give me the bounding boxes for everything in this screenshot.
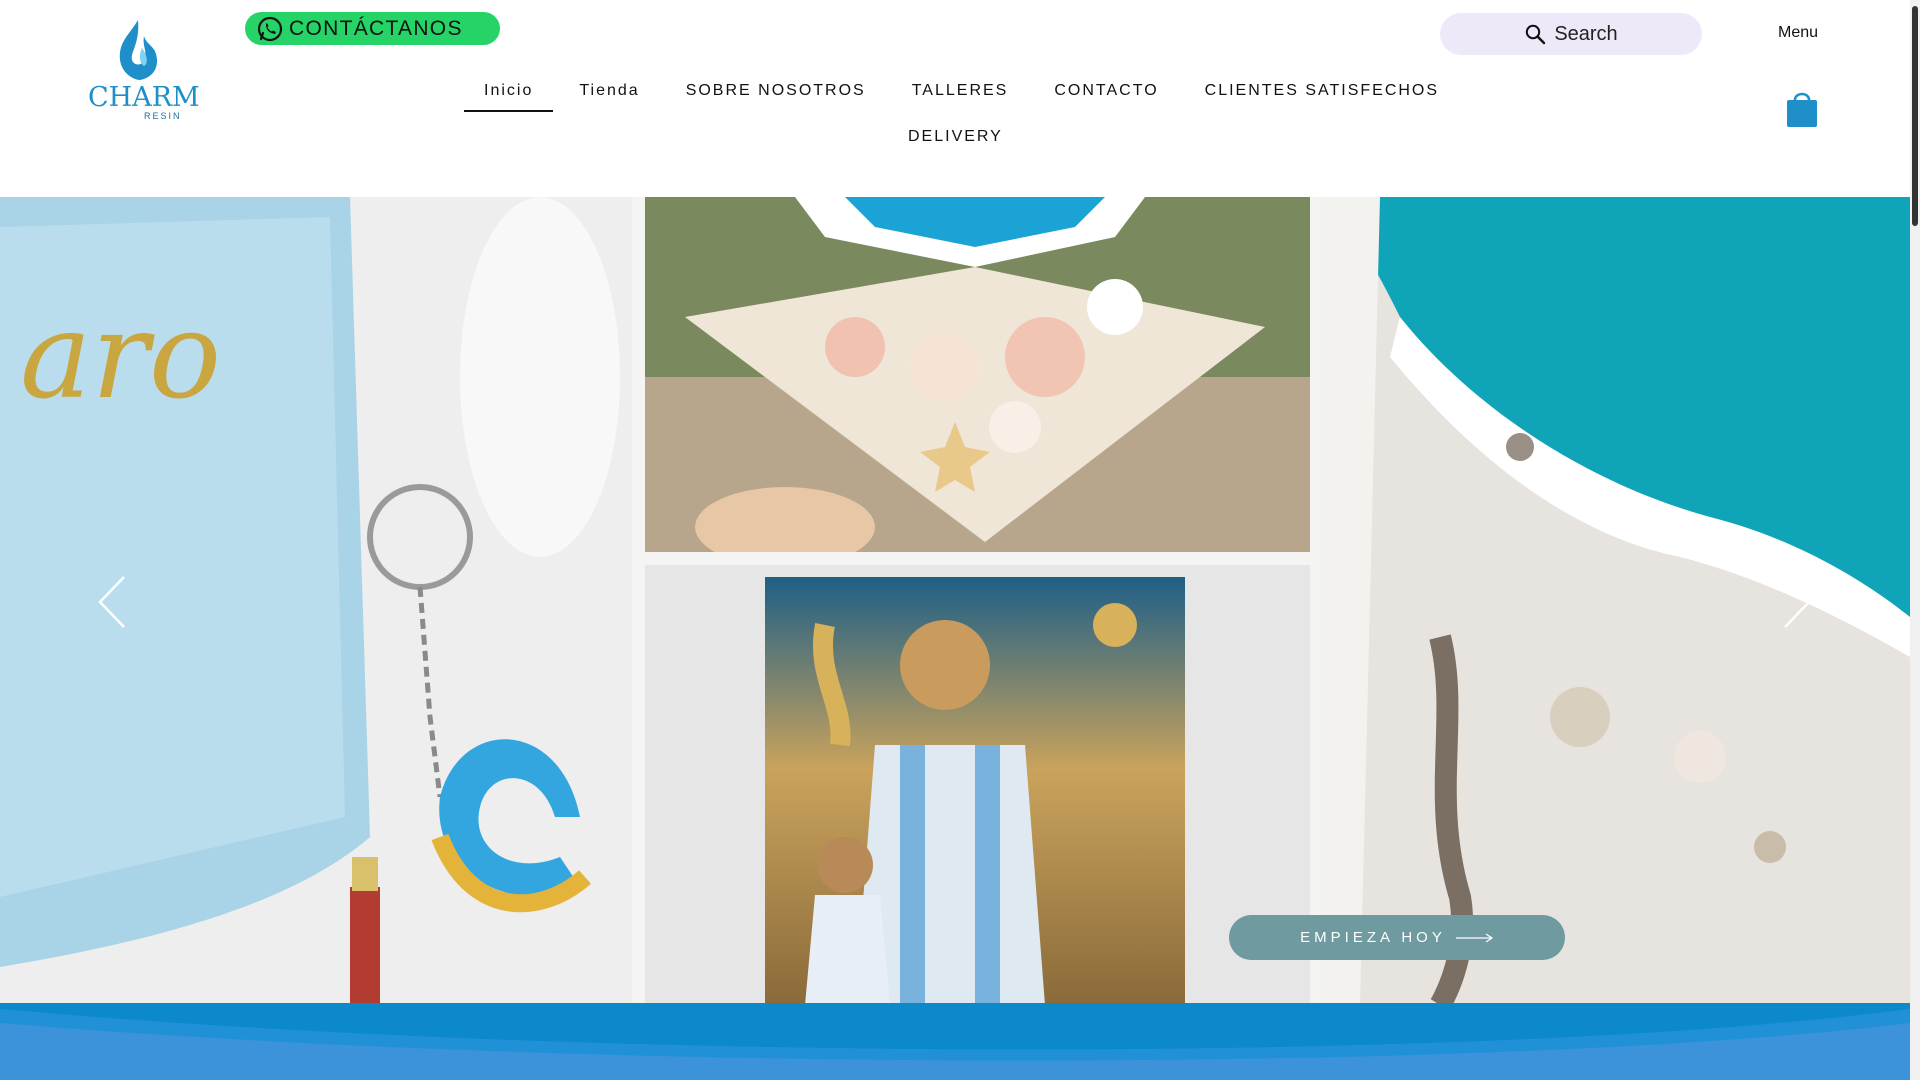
nav-item-tienda[interactable]: Tienda [579, 82, 639, 100]
nav-item-contacto[interactable]: CONTACTO [1054, 82, 1158, 100]
page: CHARM RESIN CONTÁCTANOS Search Menu Inic… [0, 0, 1920, 1080]
nav-item-talleres[interactable]: TALLERES [912, 82, 1009, 100]
shell-pyramid-image [645, 197, 1310, 552]
nav-row: Inicio Tienda SOBRE NOSOTROS TALLERES CO… [460, 70, 1460, 112]
hero-image-football-poster [645, 565, 1310, 1005]
hero-image-ocean-art [1320, 197, 1910, 1005]
svg-text:aro: aro [20, 287, 221, 426]
nav-item-clientes-satisfechos[interactable]: CLIENTES SATISFECHOS [1205, 82, 1439, 100]
contact-button-label: CONTÁCTANOS [289, 16, 463, 40]
main-nav: Inicio Tienda SOBRE NOSOTROS TALLERES CO… [460, 70, 1460, 145]
logo-subtitle: RESIN [144, 111, 182, 121]
chevron-left-icon[interactable] [97, 575, 127, 629]
menu-link[interactable]: Menu [1778, 24, 1818, 42]
whatsapp-icon [257, 16, 283, 41]
nav-item-inicio[interactable]: Inicio [463, 82, 554, 112]
hero-image-shell-pyramid [645, 197, 1310, 552]
ocean-art-image [1320, 197, 1910, 1005]
scrollbar-thumb[interactable] [1912, 6, 1918, 226]
nav-item-sobre-nosotros[interactable]: SOBRE NOSOTROS [686, 82, 866, 100]
nav-item-delivery[interactable]: DELIVERY [908, 128, 1003, 146]
keychain-tray-image: aro [0, 197, 632, 1005]
arrow-right-icon [1455, 933, 1493, 942]
hero-image-keychain: aro [0, 197, 632, 1005]
empieza-hoy-button[interactable]: EMPIEZA HOY [1229, 915, 1565, 960]
search-placeholder: Search [1554, 22, 1618, 45]
chevron-right-icon[interactable] [1782, 575, 1812, 629]
contact-whatsapp-button[interactable]: CONTÁCTANOS [245, 12, 500, 45]
search-input[interactable]: Search [1440, 13, 1702, 55]
hero-slideshow: aro [0, 197, 1910, 1005]
site-header: CHARM RESIN CONTÁCTANOS Search Menu Inic… [0, 0, 1910, 197]
football-poster-image [645, 565, 1310, 1005]
logo[interactable]: CHARM RESIN [82, 14, 200, 124]
page-scrollbar[interactable] [1910, 0, 1920, 1080]
bottom-wave [0, 1003, 1910, 1080]
logo-wordmark: CHARM [88, 82, 200, 113]
cart-icon[interactable] [1785, 88, 1819, 128]
search-icon [1526, 24, 1546, 45]
cta-label: EMPIEZA HOY [1300, 929, 1446, 946]
